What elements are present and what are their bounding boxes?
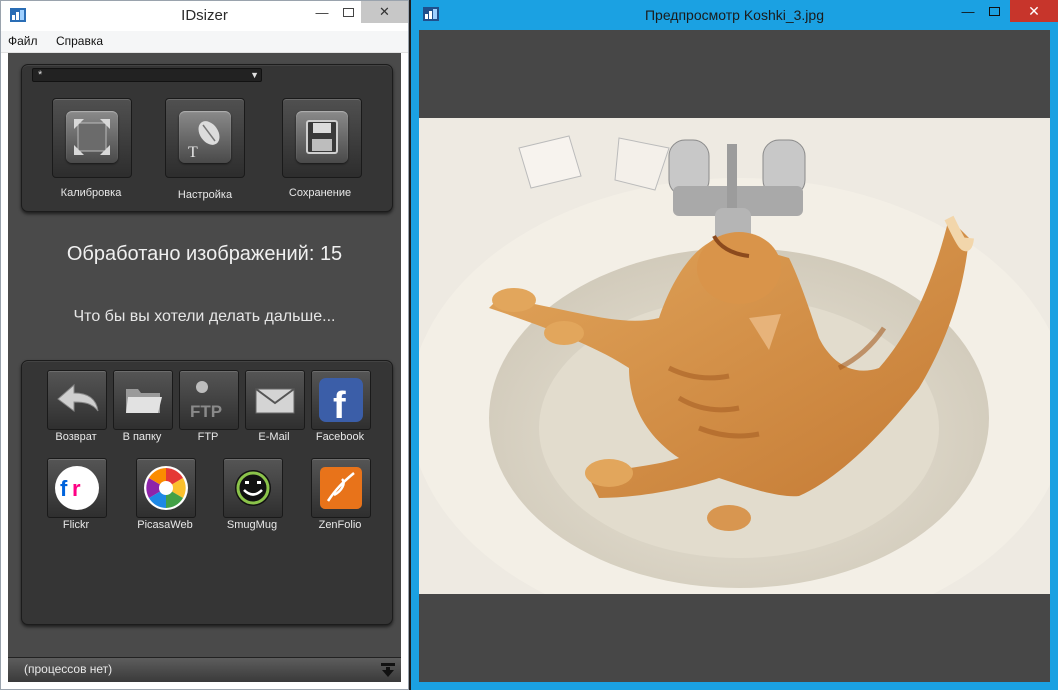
process-status: (процессов нет) xyxy=(24,662,113,676)
svg-text:f: f xyxy=(60,476,68,501)
settings-icon: T xyxy=(179,111,231,163)
profile-combobox[interactable]: * ▼ xyxy=(32,68,262,82)
picasa-icon xyxy=(144,466,188,510)
maximize-icon xyxy=(342,7,354,17)
settings-label: Настройка xyxy=(177,189,233,201)
save-icon xyxy=(296,111,348,163)
back-arrow-icon xyxy=(57,383,99,412)
calibration-icon xyxy=(66,111,118,163)
smugmug-icon xyxy=(235,470,271,506)
preview-minimize-button[interactable]: — xyxy=(955,0,981,22)
minimize-icon: — xyxy=(315,4,329,20)
facebook-button[interactable]: f xyxy=(311,370,371,430)
calibration-label: Калибровка xyxy=(60,187,122,199)
minimize-icon: — xyxy=(961,3,975,19)
client-area: * ▼ Калибровка T Настройка Сохранение Об… xyxy=(8,53,401,682)
svg-text:f: f xyxy=(333,385,346,427)
ftp-icon: FTP xyxy=(190,381,222,421)
email-button[interactable] xyxy=(245,370,305,430)
next-action-prompt: Что бы вы хотели делать дальше... xyxy=(73,308,336,325)
top-panel: * ▼ Калибровка T Настройка Сохранение xyxy=(21,64,393,212)
preview-window: Предпросмотр Koshki_3.jpg — ✕ xyxy=(411,0,1058,690)
svg-text:r: r xyxy=(72,476,81,501)
processed-count-text: Обработано изображений: 15 xyxy=(66,243,343,265)
email-icon xyxy=(255,388,295,414)
menu-help[interactable]: Справка xyxy=(49,31,110,48)
combo-value: * xyxy=(38,69,43,81)
picasa-button[interactable] xyxy=(136,458,196,518)
minimize-button[interactable]: — xyxy=(309,1,335,23)
flickr-button[interactable]: f r xyxy=(47,458,107,518)
download-icon[interactable] xyxy=(380,662,396,678)
close-button[interactable]: ✕ xyxy=(361,1,408,23)
dropdown-arrow-icon: ▼ xyxy=(250,70,259,80)
facebook-icon: f xyxy=(319,378,363,427)
save-label: Сохранение xyxy=(288,187,352,199)
menu-file[interactable]: Файл xyxy=(1,31,45,48)
ftp-button[interactable]: FTP xyxy=(179,370,239,430)
picasa-label: PicasaWeb xyxy=(137,519,193,531)
smugmug-button[interactable] xyxy=(223,458,283,518)
folder-icon xyxy=(126,389,162,413)
facebook-label: Facebook xyxy=(315,431,365,443)
smugmug-label: SmugMug xyxy=(226,519,278,531)
calibration-button[interactable] xyxy=(52,98,132,178)
flickr-icon: f r xyxy=(55,466,99,510)
zenfolio-button[interactable] xyxy=(311,458,371,518)
preview-maximize-button[interactable] xyxy=(981,0,1007,22)
title-bar[interactable]: IDsizer — ✕ xyxy=(1,1,408,31)
svg-text:FTP: FTP xyxy=(190,402,222,421)
folder-button[interactable] xyxy=(113,370,173,430)
share-panel: Возврат В папку FTP FTP E-Mail f Faceboo… xyxy=(21,360,393,625)
settings-button[interactable]: T xyxy=(165,98,245,178)
menu-bar: Файл Справка xyxy=(1,31,408,53)
maximize-icon xyxy=(988,6,1000,16)
preview-canvas xyxy=(419,30,1050,682)
idsizer-window: IDsizer — ✕ Файл Справка * ▼ Калибровка … xyxy=(0,0,409,690)
svg-text:T: T xyxy=(188,144,198,161)
close-icon: ✕ xyxy=(379,4,390,19)
maximize-button[interactable] xyxy=(335,1,361,23)
flickr-label: Flickr xyxy=(62,519,90,531)
zenfolio-label: ZenFolio xyxy=(318,519,362,531)
cat-photo xyxy=(419,118,1050,594)
back-button[interactable] xyxy=(47,370,107,430)
status-bar: (процессов нет) xyxy=(8,657,401,682)
save-button[interactable] xyxy=(282,98,362,178)
close-icon: ✕ xyxy=(1028,2,1040,19)
preview-close-button[interactable]: ✕ xyxy=(1010,0,1058,22)
zenfolio-icon xyxy=(320,467,362,509)
